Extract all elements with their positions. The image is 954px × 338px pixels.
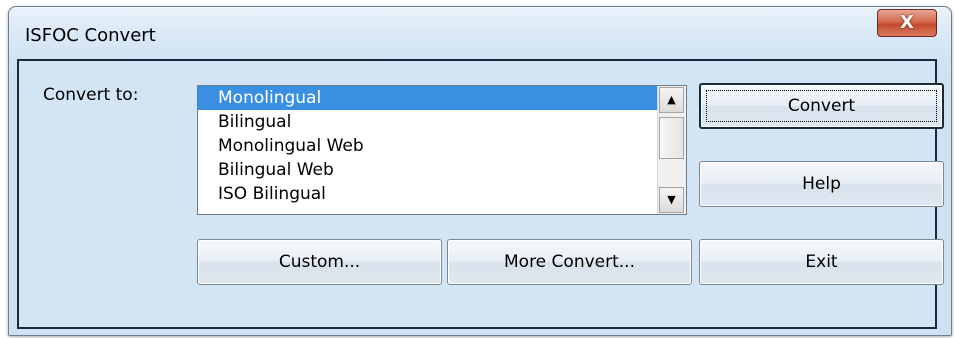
list-item-bilingual-web[interactable]: Bilingual Web	[198, 158, 658, 182]
dialog-window: ISFOC Convert X Convert to: Monolingual …	[8, 6, 952, 336]
custom-button[interactable]: Custom...	[197, 239, 442, 285]
list-item-monolingual[interactable]: Monolingual	[198, 86, 658, 110]
convert-to-label: Convert to:	[43, 85, 139, 105]
list-item-monolingual-web[interactable]: Monolingual Web	[198, 134, 658, 158]
listbox-scrollbar[interactable]: ▲ ▼	[657, 86, 686, 214]
list-item-iso-bilingual[interactable]: ISO Bilingual	[198, 182, 658, 206]
window-title: ISFOC Convert	[25, 25, 156, 46]
arrow-up-icon: ▲	[667, 93, 676, 106]
convert-button-label: Convert	[706, 90, 937, 122]
scroll-down-button[interactable]: ▼	[659, 187, 684, 213]
convert-to-listbox[interactable]: Monolingual Bilingual Monolingual Web Bi…	[197, 85, 687, 215]
exit-button[interactable]: Exit	[699, 239, 944, 285]
arrow-down-icon: ▼	[667, 193, 676, 206]
listbox-items: Monolingual Bilingual Monolingual Web Bi…	[198, 86, 658, 214]
close-button[interactable]: X	[877, 9, 937, 37]
dialog-content: Convert to: Monolingual Bilingual Monoli…	[17, 59, 944, 329]
scrollbar-thumb[interactable]	[659, 117, 684, 159]
more-convert-button[interactable]: More Convert...	[447, 239, 692, 285]
close-icon: X	[900, 12, 914, 33]
scroll-up-button[interactable]: ▲	[659, 87, 684, 113]
convert-button[interactable]: Convert	[699, 83, 944, 129]
list-item-bilingual[interactable]: Bilingual	[198, 110, 658, 134]
help-button[interactable]: Help	[699, 161, 944, 207]
